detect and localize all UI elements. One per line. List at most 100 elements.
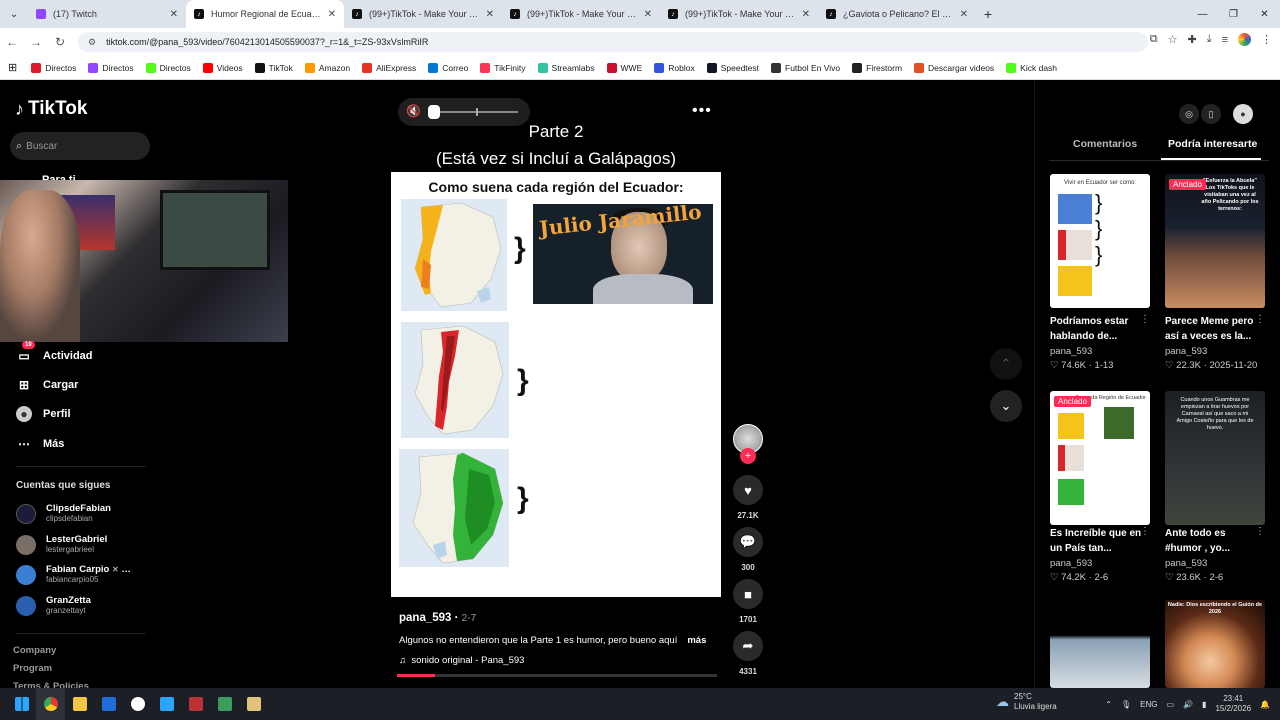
browser-tab[interactable]: (17) Twitch ✕ <box>28 0 186 28</box>
obs-icon[interactable] <box>123 688 152 720</box>
user-avatar[interactable]: ● <box>1233 104 1253 124</box>
tab-comments[interactable]: Comentarios <box>1073 138 1137 150</box>
video-author[interactable]: pana_593 <box>1165 558 1207 569</box>
video-title[interactable]: Ante todo es #humor , yo... <box>1165 526 1261 556</box>
video-frame[interactable]: Como suena cada región del Ecuador: } Ju… <box>391 172 721 597</box>
more-options-icon[interactable]: ⋮ <box>1255 526 1265 537</box>
volume-slider-handle[interactable] <box>428 105 440 119</box>
back-icon[interactable]: ← <box>0 35 24 49</box>
microphone-icon[interactable]: 🎙 <box>1121 700 1131 709</box>
footer-link-company[interactable]: Company <box>13 645 56 656</box>
photos-icon[interactable] <box>152 688 181 720</box>
more-options-icon[interactable]: ⋮ <box>1140 314 1150 325</box>
volume-icon[interactable]: 🔊 <box>1183 700 1193 709</box>
notification-bell-icon[interactable]: 🔔 <box>1260 700 1270 709</box>
next-video-button[interactable]: ⌄ <box>990 390 1022 422</box>
site-info-icon[interactable]: ⚙ <box>88 37 96 48</box>
following-account[interactable]: ClipsdeFabian clipsdefabian <box>16 503 111 524</box>
tab-podria-interesarte[interactable]: Podría interesarte <box>1168 138 1257 150</box>
tray-chevron-icon[interactable]: ⌃ <box>1105 700 1112 709</box>
following-account[interactable]: GranZetta granzettayt <box>16 595 91 616</box>
following-account[interactable]: LesterGabriel lestergabrieel <box>16 534 107 555</box>
playlist-icon[interactable]: ≡ <box>1222 34 1228 46</box>
browser-tab[interactable]: ♪ (99+)TikTok - Make Your Day ✕ <box>344 0 502 28</box>
like-button[interactable]: ♥ 27.1K <box>733 475 763 520</box>
video-title[interactable]: Parece Meme pero así a veces es la... <box>1165 314 1261 344</box>
close-tab-icon[interactable]: ✕ <box>644 9 652 20</box>
video-title[interactable]: Podríamos estar hablando de... <box>1050 314 1146 344</box>
browser-tab[interactable]: ♪ (99+)TikTok - Make Your Day ✕ <box>660 0 818 28</box>
forward-icon[interactable]: → <box>24 35 48 49</box>
language-indicator[interactable]: ENG <box>1140 700 1157 709</box>
apps-grid-icon[interactable]: ⊞ <box>8 61 17 74</box>
bookmark-item[interactable]: Correo <box>428 62 468 73</box>
follow-plus-icon[interactable]: + <box>740 448 756 464</box>
bookmark-item[interactable]: Videos <box>202 62 243 73</box>
video-author[interactable]: pana_593 <box>1050 346 1092 357</box>
bookmark-item[interactable]: Amazon <box>304 62 350 73</box>
browser-tab-active[interactable]: ♪ Humor Regional de Ecuador: Pa ✕ <box>186 0 344 28</box>
video-thumbnail[interactable]: Por cada Región de Ecuador Anclado <box>1050 391 1150 525</box>
video-thumbnail[interactable] <box>1050 600 1150 688</box>
menu-item-mas[interactable]: ⋯ Más <box>16 436 64 452</box>
bookmark-item[interactable]: Futbol En Vivo <box>771 62 840 73</box>
bookmark-item[interactable]: Streamlabs <box>537 62 595 73</box>
install-app-icon[interactable]: ⧉ <box>1150 33 1158 46</box>
save-button[interactable]: ■ 1701 <box>733 579 763 624</box>
game-app-icon[interactable] <box>181 688 210 720</box>
video-thumbnail[interactable]: Vivir en Ecuador ser como: }}} <box>1050 174 1150 308</box>
tiktok-logo[interactable]: ♪ TikTok <box>15 98 87 120</box>
weather-widget[interactable]: ☁ 25°C Lluvia ligera <box>996 692 1057 712</box>
footer-link-program[interactable]: Program <box>13 663 52 674</box>
vs-editor-icon[interactable] <box>94 688 123 720</box>
close-tab-icon[interactable]: ✕ <box>802 9 810 20</box>
reload-icon[interactable]: ↻ <box>48 35 72 49</box>
bookmark-item[interactable]: Firestorm <box>852 62 902 73</box>
video-author[interactable]: pana_593 <box>1050 558 1092 569</box>
video-author[interactable]: pana_593 · 2-7 <box>399 612 476 624</box>
chrome-icon[interactable] <box>36 688 65 720</box>
battery-icon[interactable]: ▮ <box>1202 700 1206 709</box>
url-field[interactable]: ⚙ tiktok.com/@pana_593/video/760421301450… <box>78 32 1148 52</box>
browser-tab[interactable]: ♪ ¿Gaviota o Pelicano? El Debate ✕ <box>818 0 976 28</box>
video-progress-bar[interactable] <box>397 674 717 677</box>
bookmark-item[interactable]: Directos <box>88 62 134 73</box>
menu-item-perfil[interactable]: ● Perfil <box>16 406 71 422</box>
network-icon[interactable]: ▭ <box>1167 700 1175 709</box>
tab-search-icon[interactable]: ⌄ <box>0 0 28 28</box>
volume-track[interactable] <box>440 111 518 113</box>
media-player-icon[interactable] <box>239 688 268 720</box>
close-window-icon[interactable]: ✕ <box>1249 0 1280 28</box>
more-options-icon[interactable]: ⋮ <box>1255 314 1265 325</box>
bookmark-item[interactable]: Kick dash <box>1006 62 1057 73</box>
following-account[interactable]: Fabian Carpio ✕ … fabiancarpio05 <box>16 564 131 585</box>
extensions-icon[interactable]: ✚ <box>1187 33 1196 46</box>
more-link[interactable]: más <box>687 635 706 646</box>
windows-start-icon[interactable] <box>7 688 36 720</box>
file-explorer-icon[interactable] <box>65 688 94 720</box>
bookmark-item[interactable]: Directos <box>145 62 191 73</box>
bookmark-item[interactable]: TikFinity <box>480 62 526 73</box>
previous-video-button[interactable]: ⌃ <box>990 348 1022 380</box>
new-tab-button[interactable]: + <box>976 0 1000 28</box>
close-tab-icon[interactable]: ✕ <box>486 9 494 20</box>
bookmark-item[interactable]: WWE <box>606 62 642 73</box>
bookmark-item[interactable]: AliExpress <box>362 62 416 73</box>
close-tab-icon[interactable]: ✕ <box>328 9 336 20</box>
download-icon[interactable]: ⤓ <box>1207 33 1212 46</box>
video-title[interactable]: Es Increíble que en un País tan... <box>1050 526 1146 556</box>
more-options-icon[interactable]: ⋮ <box>1140 526 1150 537</box>
bookmark-star-icon[interactable]: ☆ <box>1168 33 1178 46</box>
bookmark-item[interactable]: Descargar videos <box>914 62 994 73</box>
phone-icon[interactable]: ▯ <box>1201 104 1221 124</box>
search-input[interactable]: ⌕ Buscar <box>10 132 150 160</box>
video-thumbnail[interactable]: "Esfuerza la Abuela" Los TikToks que le … <box>1165 174 1265 308</box>
profile-avatar-icon[interactable] <box>1238 33 1251 46</box>
menu-item-cargar[interactable]: ⊞ Cargar <box>16 377 79 393</box>
share-button[interactable]: ➦ 4331 <box>733 631 763 676</box>
minimize-icon[interactable]: — <box>1187 0 1218 28</box>
video-more-options-icon[interactable]: ••• <box>692 102 712 120</box>
bookmark-item[interactable]: TikTok <box>254 62 293 73</box>
close-tab-icon[interactable]: ✕ <box>170 9 178 20</box>
bookmark-item[interactable]: Directos <box>31 62 76 73</box>
